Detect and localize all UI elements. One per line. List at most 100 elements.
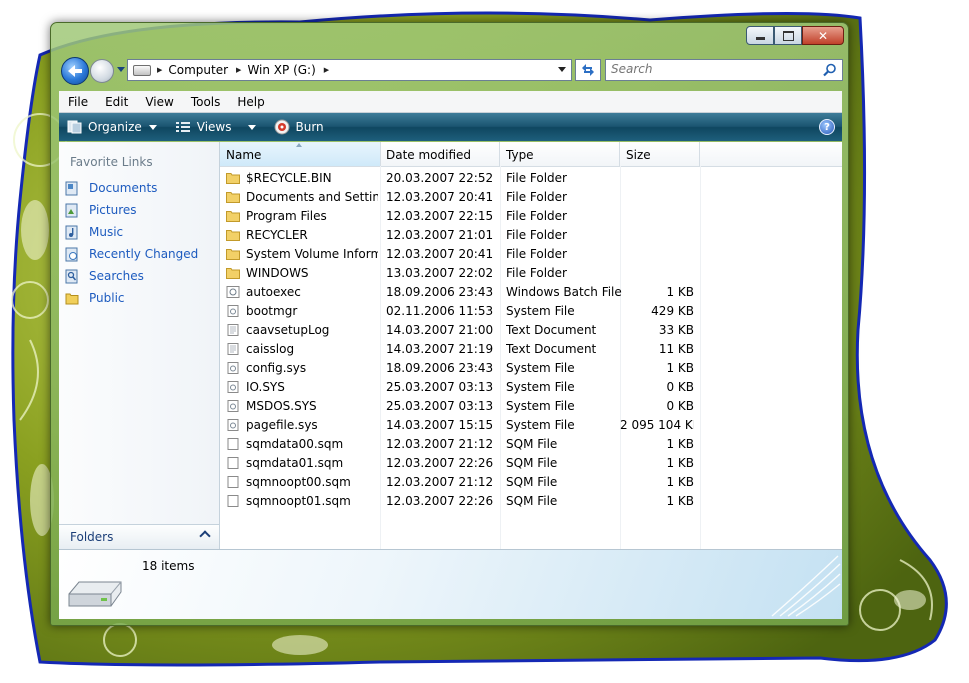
file-type: SQM File — [506, 437, 558, 451]
back-button[interactable] — [61, 57, 89, 85]
organize-button[interactable]: Organize — [67, 120, 157, 134]
table-row[interactable]: autoexec 18.09.2006 23:43 Windows Batch Fi… — [220, 282, 842, 301]
menu-view[interactable]: View — [136, 95, 181, 109]
favorite-links-title: Favorite Links — [70, 155, 153, 169]
breadcrumb-drive[interactable]: Win XP (G:) — [247, 63, 315, 77]
menu-help[interactable]: Help — [228, 95, 272, 109]
breadcrumb-arrow-icon[interactable]: ▶ — [157, 66, 162, 74]
file-size: 2 095 104 KB — [620, 418, 694, 432]
item-count: 18 items — [142, 559, 195, 573]
maximize-button[interactable] — [774, 26, 802, 45]
file-date: 12.03.2007 22:15 — [386, 209, 494, 223]
file-name-cell: sqmnoopt01.sqm — [226, 492, 378, 509]
table-row[interactable]: sqmdata01.sqm 12.03.2007 22:26 SQM File 1 K… — [220, 453, 842, 472]
file-name-cell: IO.SYS — [226, 378, 378, 395]
sidebar-item-music[interactable]: Music — [65, 221, 215, 243]
system-file-icon — [227, 418, 239, 431]
batch-file-icon — [226, 285, 240, 298]
file-name: IO.SYS — [246, 379, 285, 394]
forward-button[interactable] — [90, 59, 114, 83]
table-row[interactable]: RECYCLER 12.03.2007 21:01 File Folder — [220, 225, 842, 244]
table-row[interactable]: caavsetupLog 14.03.2007 21:00 Text Documen… — [220, 320, 842, 339]
menu-edit[interactable]: Edit — [96, 95, 136, 109]
refresh-button[interactable] — [575, 59, 601, 81]
table-row[interactable]: System Volume Inform... 12.03.2007 20:41 F… — [220, 244, 842, 263]
breadcrumb-computer[interactable]: Computer — [168, 63, 228, 77]
sidebar-item-documents[interactable]: Documents — [65, 177, 215, 199]
file-date: 18.09.2006 23:43 — [386, 285, 494, 299]
file-date: 12.03.2007 21:12 — [386, 437, 494, 451]
minimize-button[interactable] — [746, 26, 774, 45]
sidebar-item-label: Recently Changed — [89, 247, 199, 261]
search-icon[interactable] — [823, 63, 837, 77]
sidebar-item-public[interactable]: Public — [65, 287, 215, 309]
views-label: Views — [196, 120, 232, 134]
file-name-cell: caisslog — [226, 340, 378, 357]
breadcrumb-arrow-icon[interactable]: ▶ — [324, 66, 329, 74]
generic-file-icon — [227, 437, 239, 450]
file-name: autoexec — [246, 284, 301, 299]
table-row[interactable]: $RECYCLE.BIN 20.03.2007 22:52 File Folder — [220, 168, 842, 187]
sidebar-item-pictures[interactable]: Pictures — [65, 199, 215, 221]
sidebar-item-recently-changed[interactable]: Recently Changed — [65, 243, 215, 265]
help-button[interactable]: ? — [819, 119, 835, 135]
table-row[interactable]: bootmgr 02.11.2006 11:53 System File 429 KB — [220, 301, 842, 320]
table-row[interactable]: IO.SYS 25.03.2007 03:13 System File 0 KB — [220, 377, 842, 396]
file-name-cell: bootmgr — [226, 302, 378, 319]
recent-pages-dropdown[interactable] — [117, 67, 125, 72]
breadcrumb-arrow-icon[interactable]: ▶ — [236, 66, 241, 74]
sidebar-item-label: Searches — [89, 269, 144, 283]
file-name-cell: autoexec — [226, 283, 378, 300]
table-row[interactable]: caisslog 14.03.2007 21:19 Text Document 11 … — [220, 339, 842, 358]
documents-icon — [65, 181, 78, 195]
minimize-icon — [755, 36, 765, 40]
table-row[interactable]: Program Files 12.03.2007 22:15 File Folder — [220, 206, 842, 225]
help-icon: ? — [824, 121, 830, 133]
file-name-cell: caavsetupLog — [226, 321, 378, 338]
column-header-name[interactable]: Name — [220, 142, 381, 166]
table-row[interactable]: sqmdata00.sqm 12.03.2007 21:12 SQM File 1 K… — [220, 434, 842, 453]
search-input[interactable] — [606, 60, 811, 78]
views-button[interactable]: Views — [175, 120, 256, 134]
menu-file[interactable]: File — [59, 95, 96, 109]
address-dropdown-icon[interactable] — [558, 67, 566, 72]
burn-label: Burn — [295, 120, 324, 134]
pictures-icon — [65, 203, 78, 217]
file-name-cell: sqmdata01.sqm — [226, 454, 378, 471]
table-row[interactable]: WINDOWS 13.03.2007 22:02 File Folder — [220, 263, 842, 282]
table-row[interactable]: MSDOS.SYS 25.03.2007 03:13 System File 0 KB — [220, 396, 842, 415]
file-size: 1 KB — [666, 475, 694, 489]
file-type: SQM File — [506, 475, 558, 489]
file-name: pagefile.sys — [246, 417, 318, 432]
sidebar-item-label: Documents — [89, 181, 158, 195]
close-button[interactable]: ✕ — [802, 26, 844, 45]
file-name: System Volume Inform... — [246, 246, 378, 261]
close-icon: ✕ — [817, 28, 829, 43]
menu-tools[interactable]: Tools — [182, 95, 229, 109]
file-date: 18.09.2006 23:43 — [386, 361, 494, 375]
file-date: 14.03.2007 15:15 — [386, 418, 494, 432]
file-type: System File — [506, 304, 575, 318]
search-box — [605, 59, 843, 81]
folders-toggle[interactable]: Folders — [59, 524, 219, 549]
file-type: System File — [506, 380, 575, 394]
table-row[interactable]: sqmnoopt00.sqm 12.03.2007 21:12 SQM File 1 … — [220, 472, 842, 491]
file-size: 1 KB — [666, 361, 694, 375]
file-size: 429 KB — [651, 304, 694, 318]
file-date: 12.03.2007 22:26 — [386, 494, 494, 508]
burn-button[interactable]: Burn — [274, 119, 324, 135]
sidebar-item-label: Public — [89, 291, 125, 305]
sidebar-item-searches[interactable]: Searches — [65, 265, 215, 287]
system-file-icon — [227, 380, 239, 393]
file-rows: $RECYCLE.BIN 20.03.2007 22:52 File Folder D… — [220, 168, 842, 510]
table-row[interactable]: sqmnoopt01.sqm 12.03.2007 22:26 SQM File 1 … — [220, 491, 842, 510]
column-header-type[interactable]: Type — [500, 142, 620, 166]
column-header-date-modified[interactable]: Date modified — [380, 142, 500, 166]
table-row[interactable]: pagefile.sys 14.03.2007 15:15 System File 2… — [220, 415, 842, 434]
table-row[interactable]: Documents and Settings 12.03.2007 20:41 Fi… — [220, 187, 842, 206]
table-row[interactable]: config.sys 18.09.2006 23:43 System File 1 K… — [220, 358, 842, 377]
file-date: 12.03.2007 20:41 — [386, 190, 494, 204]
column-header-size[interactable]: Size — [620, 142, 700, 166]
burn-disc-icon — [274, 119, 289, 135]
address-bar[interactable]: ▶ Computer ▶ Win XP (G:) ▶ — [127, 59, 572, 81]
